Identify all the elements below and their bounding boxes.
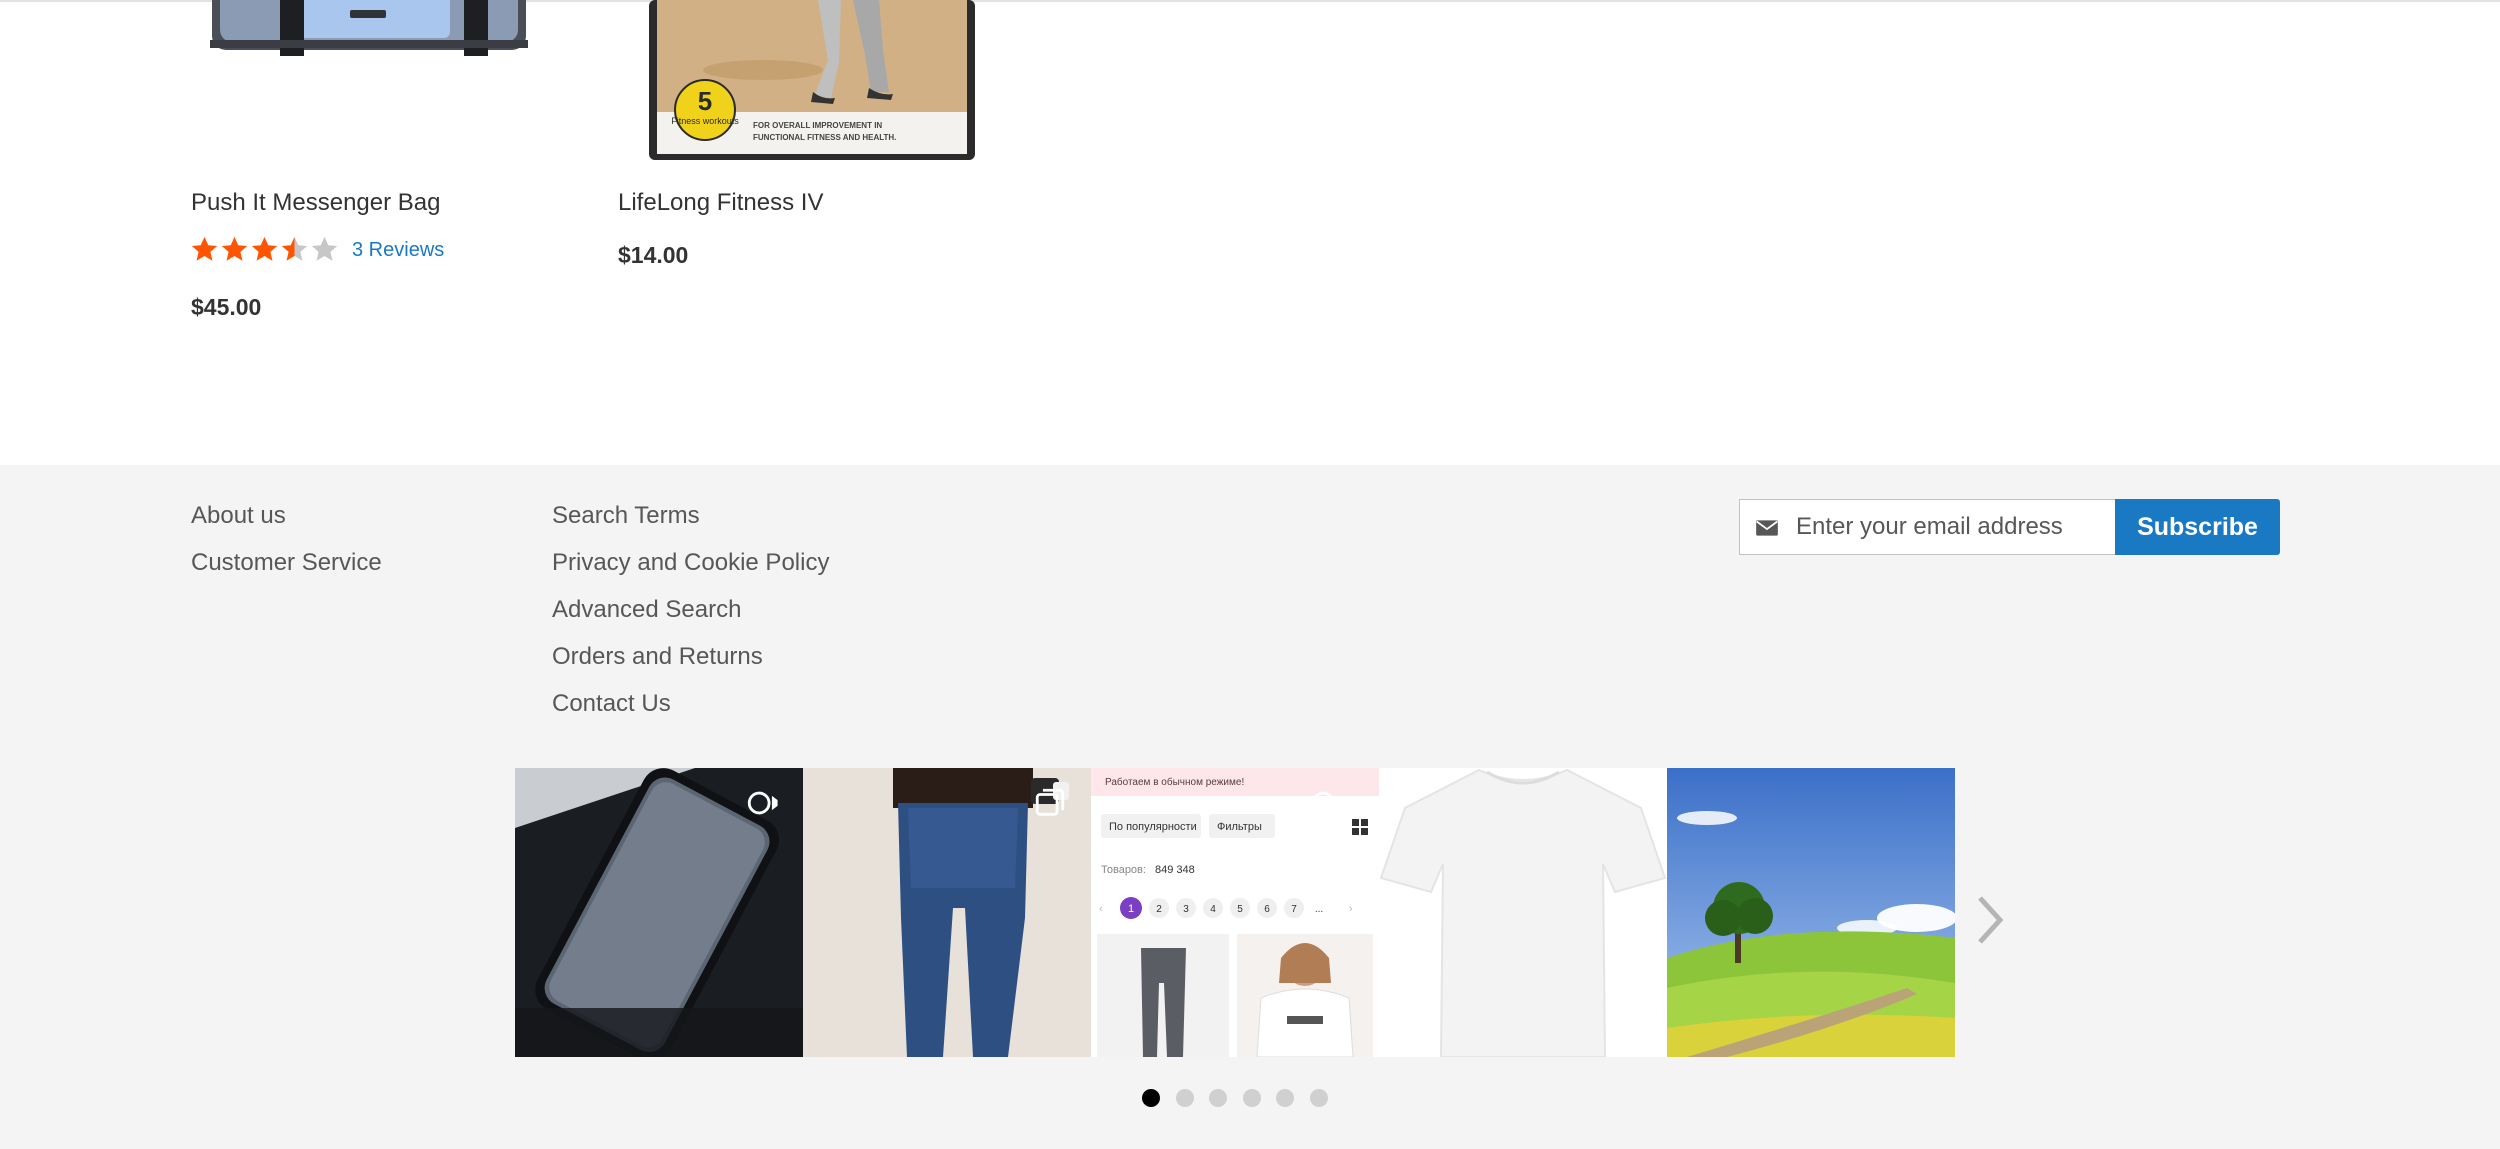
- messenger-bag-image[interactable]: [210, 0, 528, 56]
- screenshot-page-4: 4: [1210, 904, 1216, 915]
- newsletter-email-input[interactable]: [1796, 508, 2108, 546]
- footer-link-search-terms[interactable]: Search Terms: [552, 502, 700, 530]
- product-price: $45.00: [191, 294, 262, 320]
- product-name[interactable]: LifeLong Fitness IV: [618, 189, 823, 217]
- carousel-dot-2[interactable]: [1175, 1089, 1194, 1107]
- carousel-dots: [1142, 1089, 1343, 1107]
- carousel-slide-jeans[interactable]: [803, 768, 1091, 1057]
- footer-link-privacy-policy[interactable]: Privacy and Cookie Policy: [552, 549, 829, 577]
- screenshot-page-2: 2: [1156, 904, 1162, 915]
- footer-link-contact-us[interactable]: Contact Us: [552, 690, 671, 718]
- screenshot-page-7: 7: [1291, 904, 1297, 915]
- rating-stars: [190, 234, 340, 264]
- star-filled-icon: [191, 236, 218, 261]
- carousel-slide-shop-screenshot[interactable]: Работаем в обычном режиме! По популярнос…: [1091, 768, 1379, 1057]
- dvd-caption-line1: FOR OVERALL IMPROVEMENT IN: [753, 121, 882, 130]
- instagram-gallery-icon: [1035, 788, 1065, 816]
- envelope-icon: [1756, 520, 1778, 536]
- instagram-carousel: Работаем в обычном режиме! По популярнос…: [515, 768, 1956, 1057]
- carousel-dot-3[interactable]: [1209, 1089, 1227, 1107]
- subscribe-button[interactable]: Subscribe: [2115, 499, 2280, 555]
- carousel-dot-6[interactable]: [1309, 1089, 1328, 1107]
- screenshot-filter-label: Фильтры: [1217, 821, 1262, 833]
- carousel-dot-5[interactable]: [1276, 1089, 1294, 1107]
- screenshot-page-ellipsis: ...: [1315, 904, 1323, 915]
- carousel-dot-1[interactable]: [1142, 1089, 1160, 1107]
- carousel-slide-landscape[interactable]: [1667, 768, 1955, 1057]
- landscape-tree-photo: [1667, 768, 1955, 1057]
- grid-icon: [1352, 819, 1368, 835]
- screenshot-sort-label: По популярности: [1109, 821, 1197, 833]
- chevron-right-icon[interactable]: [1970, 890, 2010, 950]
- product-price: $14.00: [618, 242, 689, 268]
- star-empty-icon: [311, 236, 338, 261]
- instagram-video-icon: [1311, 791, 1342, 815]
- footer-link-about-us[interactable]: About us: [191, 502, 286, 530]
- carousel-dot-4[interactable]: [1242, 1089, 1261, 1107]
- screenshot-page-6: 6: [1264, 904, 1270, 915]
- star-half-icon: [281, 236, 308, 261]
- dvd-caption-line2: FUNCTIONAL FITNESS AND HEALTH.: [753, 133, 896, 142]
- dvd-badge-number: 5: [698, 86, 712, 116]
- footer-link-customer-service[interactable]: Customer Service: [191, 549, 382, 577]
- newsletter-form: Subscribe: [1739, 499, 2280, 555]
- footer-link-advanced-search[interactable]: Advanced Search: [552, 596, 741, 624]
- dvd-badge-text: Fitness workouts: [671, 116, 739, 126]
- screenshot-banner-text: Работаем в обычном режиме!: [1105, 776, 1244, 788]
- star-filled-icon: [251, 236, 278, 261]
- footer-link-orders-returns[interactable]: Orders and Returns: [552, 643, 763, 671]
- svg-text:›: ›: [1349, 903, 1353, 915]
- screenshot-page-3: 3: [1183, 904, 1189, 915]
- svg-text:‹: ‹: [1099, 903, 1103, 915]
- instagram-video-icon: [747, 791, 778, 815]
- screenshot-page-1: 1: [1128, 903, 1134, 915]
- carousel-slide-phone[interactable]: [515, 768, 803, 1057]
- white-tshirt-photo: [1379, 768, 1667, 1057]
- fitness-dvd-image[interactable]: 5 Fitness workouts FOR OVERALL IMPROVEME…: [643, 0, 979, 162]
- carousel-slide-tshirt[interactable]: [1379, 768, 1667, 1057]
- screenshot-page-5: 5: [1237, 904, 1243, 915]
- product-name[interactable]: Push It Messenger Bag: [191, 189, 440, 217]
- screenshot-count-value: 849 348: [1155, 864, 1195, 876]
- star-filled-icon: [221, 236, 248, 261]
- screenshot-count-label: Товаров:: [1101, 864, 1146, 876]
- newsletter-field: [1739, 499, 2117, 555]
- reviews-link[interactable]: 3 Reviews: [352, 239, 444, 262]
